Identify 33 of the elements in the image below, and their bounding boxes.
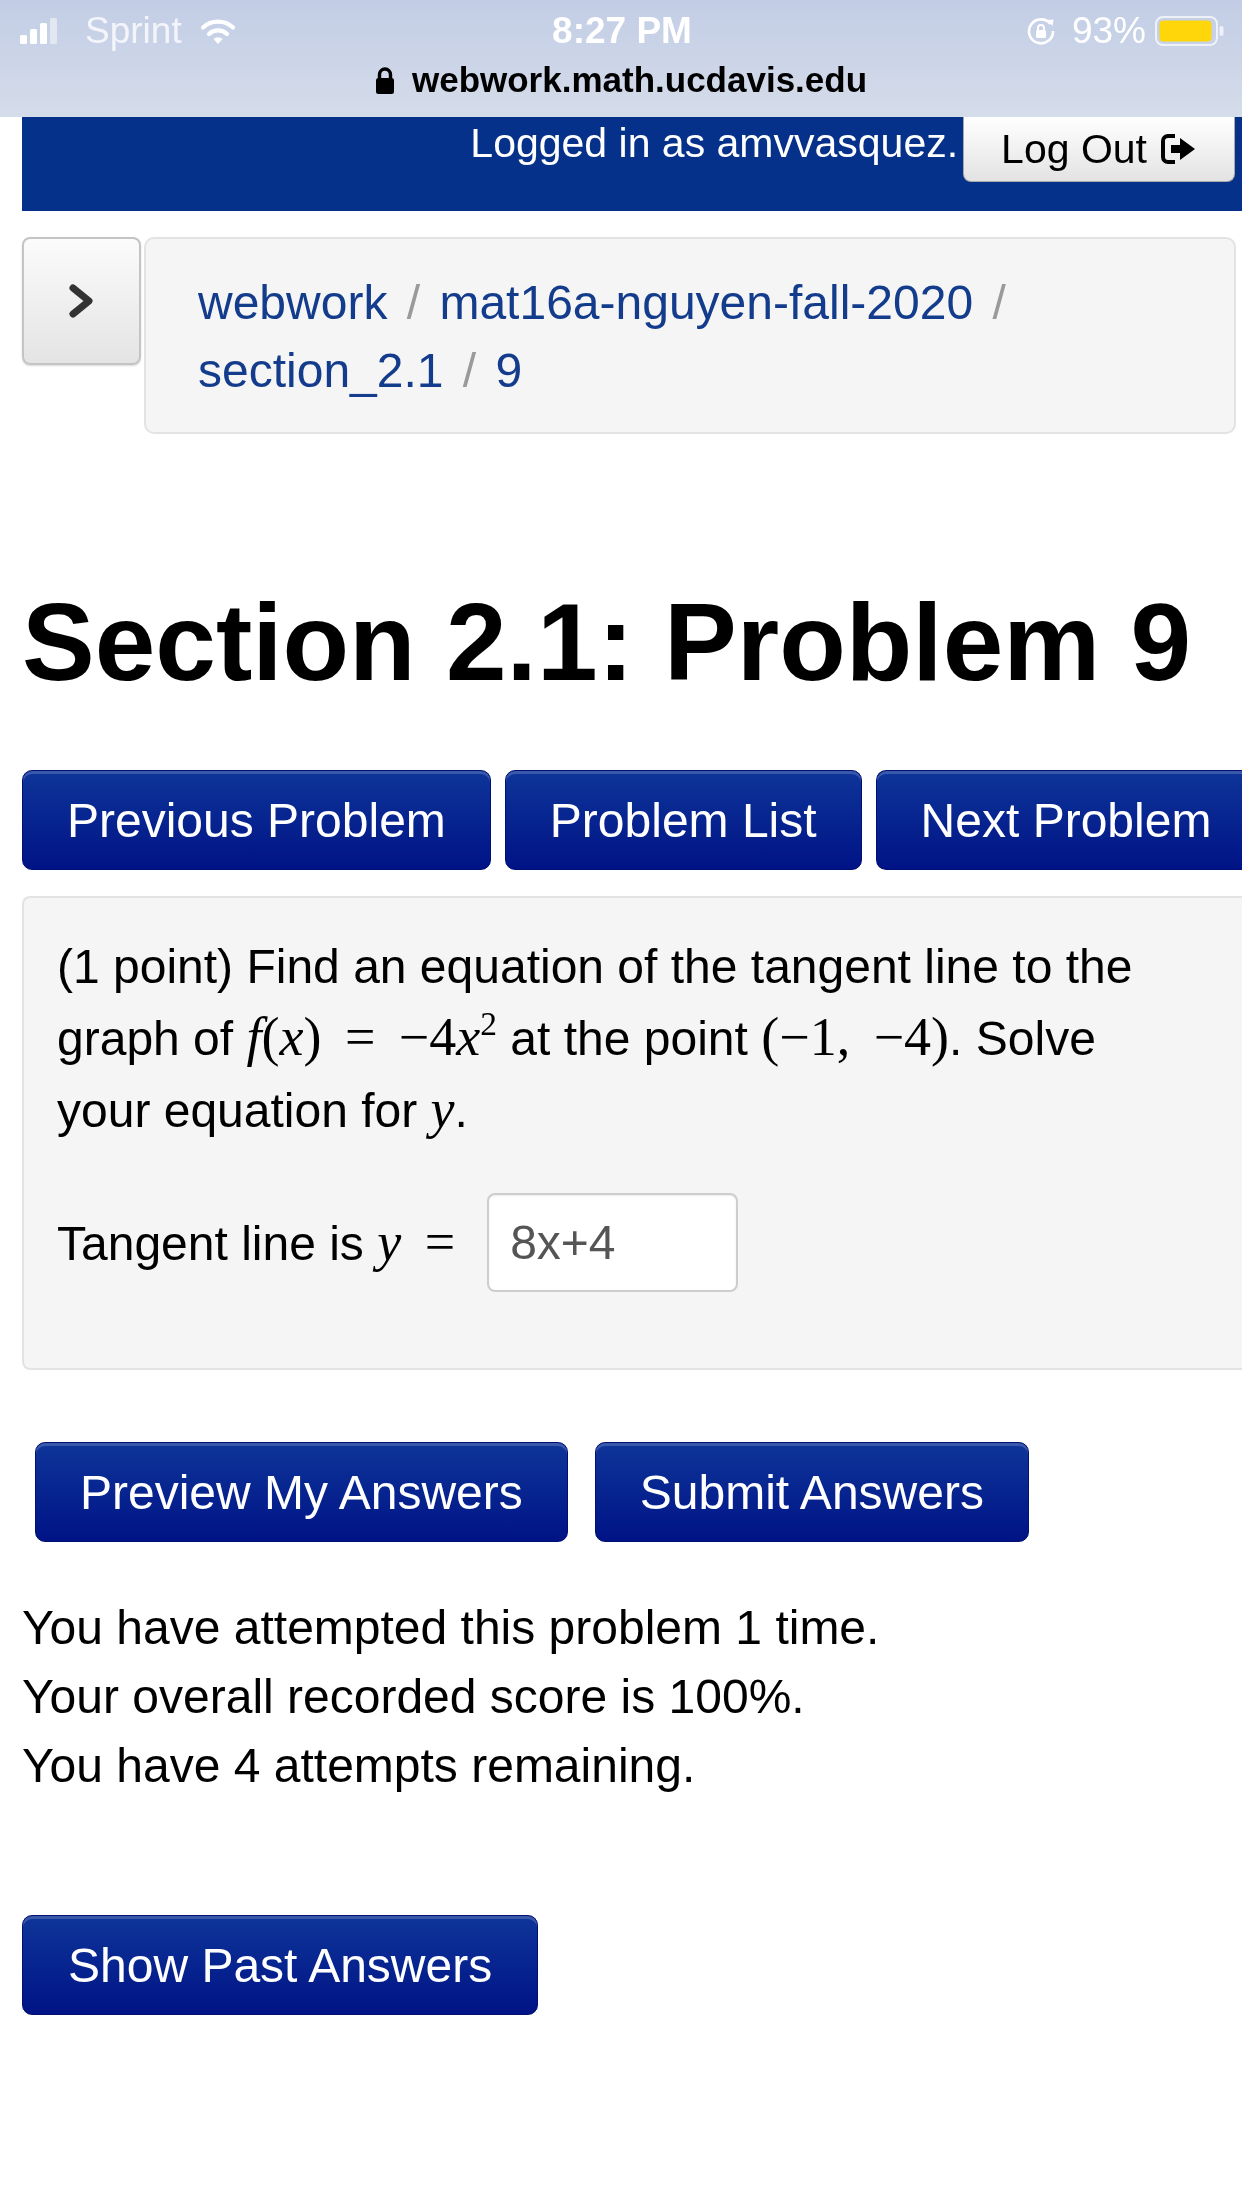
breadcrumb-link[interactable]: mat16a-nguyen-fall-2020 xyxy=(439,276,974,329)
breadcrumb-link[interactable]: section_2.1 xyxy=(198,344,444,397)
next-problem-button[interactable]: Next Problem xyxy=(875,770,1242,870)
battery-icon xyxy=(1155,16,1224,46)
clock-time: 8:27 PM xyxy=(552,10,692,52)
login-status-text: Logged in as amvvasquez. xyxy=(470,119,959,168)
logout-button[interactable]: Log Out xyxy=(963,117,1235,182)
answer-label: Tangent line is y = xyxy=(57,1210,456,1274)
previous-problem-button[interactable]: Previous Problem xyxy=(22,770,491,870)
breadcrumb-separator: / xyxy=(992,276,1006,329)
sidebar-toggle-button[interactable] xyxy=(22,237,141,365)
signal-bars-icon xyxy=(20,18,57,44)
breadcrumb-separator: / xyxy=(406,276,421,329)
sign-out-icon xyxy=(1161,133,1197,165)
breadcrumb-link[interactable]: 9 xyxy=(495,344,523,397)
url-text: webwork.math.ucdavis.edu xyxy=(411,60,868,100)
attempt-info-text: Your overall recorded score is 100%. xyxy=(22,1669,805,1725)
lock-icon xyxy=(374,66,395,94)
show-past-answers-button[interactable]: Show Past Answers xyxy=(22,1915,539,2015)
breadcrumb-separator: / xyxy=(462,344,477,397)
battery-percent: 93% xyxy=(1071,10,1146,52)
submit-answers-button[interactable]: Submit Answers xyxy=(594,1442,1029,1542)
wifi-icon xyxy=(199,17,236,45)
orientation-lock-icon xyxy=(1025,16,1056,46)
attempt-info-text: You have 4 attempts remaining. xyxy=(22,1738,696,1794)
breadcrumb-link[interactable]: webwork xyxy=(198,276,388,329)
answer-input[interactable]: 8x+4 xyxy=(487,1193,739,1292)
preview-answers-button[interactable]: Preview My Answers xyxy=(35,1442,568,1542)
problem-list-button[interactable]: Problem List xyxy=(504,770,862,870)
problem-statement: (1 point) Find an equation of the tangent line to the graph of f(x) = −4x$^{2}$ at the point (−1, −4). Solve your equation for y. xyxy=(57,939,1134,1141)
attempt-info-text: You have attempted this problem 1 time. xyxy=(22,1600,880,1656)
page-title: Section 2.1: Problem 9 xyxy=(22,582,1192,702)
chevron-right-icon xyxy=(68,283,95,319)
